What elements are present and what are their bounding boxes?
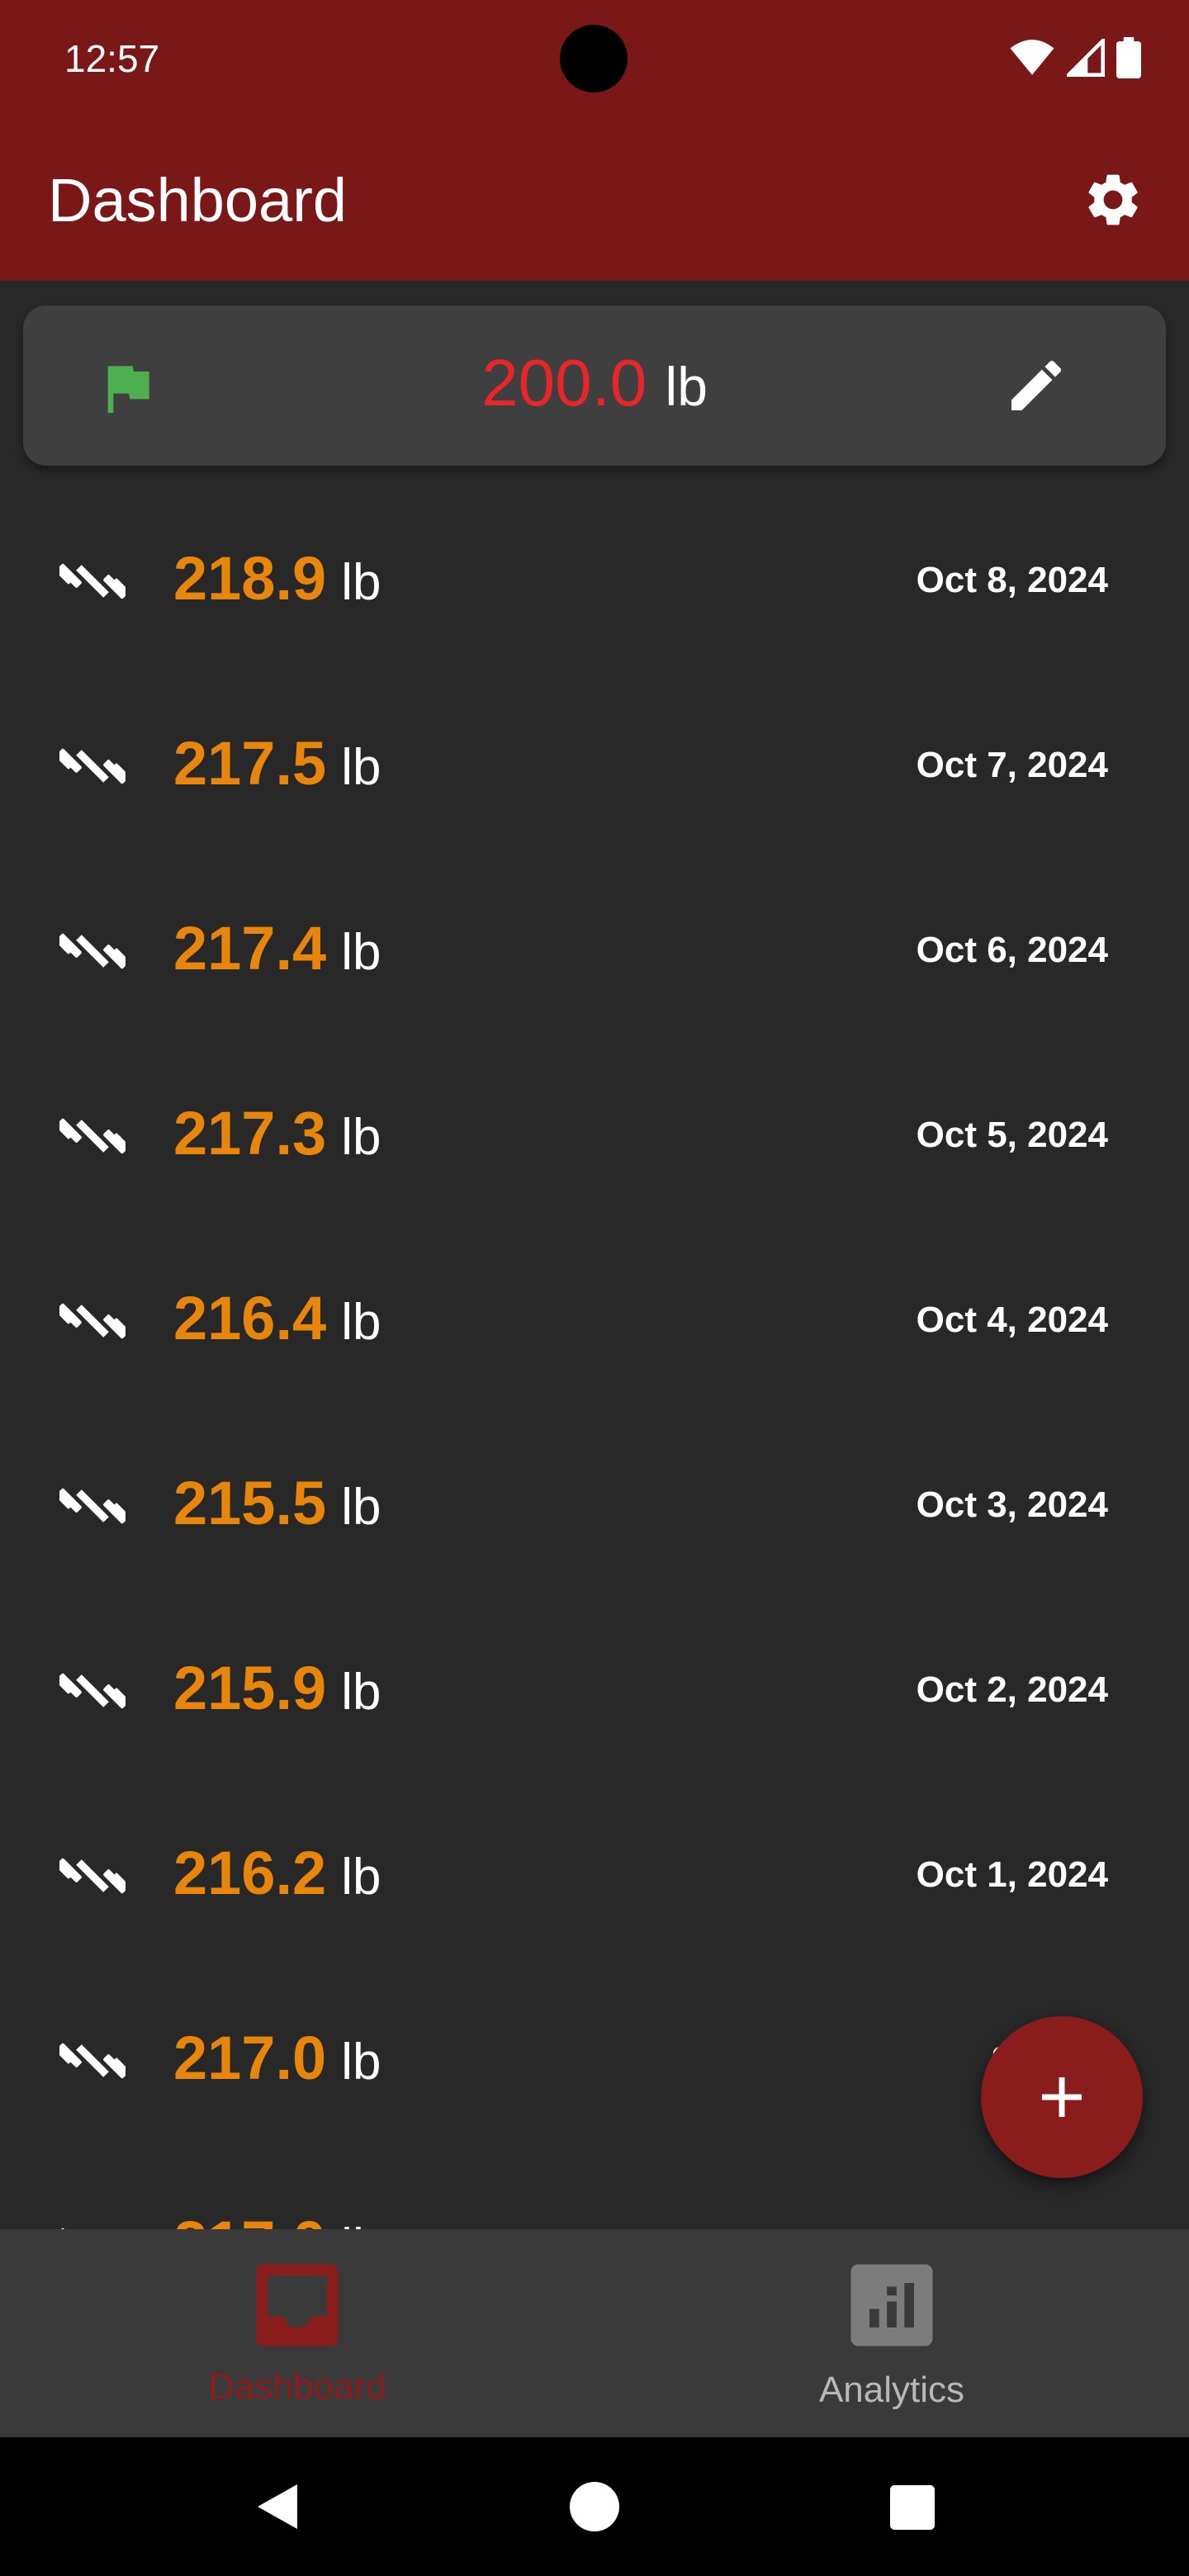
inbox-icon	[256, 2264, 339, 2346]
bottom-navigation: Dashboard Analytics	[0, 2229, 1189, 2437]
entry-weight-unit: lb	[341, 1664, 381, 1721]
weight-entry-list[interactable]: 218.9 lb Oct 8, 2024 217.5 lb Oct 7, 2024 217.…	[0, 487, 1189, 2229]
list-item[interactable]: 218.9 lb Oct 8, 2024	[0, 487, 1189, 672]
entry-weight-unit: lb	[341, 2034, 381, 2091]
app-bar: Dashboard	[0, 119, 1189, 281]
list-item[interactable]: 217.3 lb Oct 5, 2024	[0, 1042, 1189, 1227]
nav-item-dashboard[interactable]: Dashboard	[0, 2229, 594, 2437]
entry-weight-value: 217.0	[173, 2024, 327, 2092]
pencil-icon	[1011, 360, 1062, 410]
goal-card: 200.0 lb	[23, 305, 1166, 466]
entry-weight-value: 217.4	[173, 914, 327, 983]
entry-weight: 217.3 lb	[173, 1098, 381, 1168]
goal-weight-unit: lb	[665, 356, 708, 417]
list-item[interactable]: 217.5 lb Oct 7, 2024	[0, 672, 1189, 857]
battery-icon	[1116, 37, 1141, 78]
dumbbell-icon	[57, 2213, 126, 2229]
nav-label-dashboard: Dashboard	[208, 2366, 386, 2407]
list-item[interactable]: 215.5 lb Oct 3, 2024	[0, 1412, 1189, 1597]
entry-date: Oct 1, 2024	[916, 1854, 1108, 1895]
entry-weight: 215.5 lb	[173, 1468, 381, 1538]
camera-cutout	[560, 25, 628, 92]
status-bar: 12:57	[0, 0, 1189, 119]
dumbbell-icon	[55, 1473, 130, 1539]
status-icons	[1009, 36, 1141, 79]
dumbbell-icon	[55, 1843, 130, 1909]
list-item[interactable]: 215.9 lb Oct 2, 2024	[0, 1597, 1189, 1782]
entry-date: Oct 6, 2024	[916, 930, 1108, 970]
entry-weight-value: 215.5	[173, 1469, 327, 1537]
dumbbell-icon	[55, 1288, 130, 1354]
back-icon[interactable]	[253, 2482, 302, 2531]
wifi-icon	[1010, 40, 1054, 75]
list-item[interactable]: 216.2 lb Oct 1, 2024	[0, 1782, 1189, 1967]
entry-weight: 217.5 lb	[173, 728, 381, 798]
dumbbell-icon	[55, 918, 130, 984]
entry-weight-value: 216.2	[173, 1839, 327, 1907]
list-item[interactable]: 216.4 lb Oct 4, 2024	[0, 1227, 1189, 1412]
entry-date: Oct 8, 2024	[916, 560, 1108, 600]
entry-weight-value: 217.5	[173, 729, 327, 798]
entry-weight: 218.9 lb	[173, 543, 381, 613]
entry-date: Oct 3, 2024	[916, 1485, 1108, 1525]
dumbbell-icon	[55, 1103, 130, 1169]
dumbbell-icon	[55, 733, 130, 799]
entry-weight-unit: lb	[341, 554, 381, 611]
dumbbell-icon	[55, 1658, 130, 1724]
entry-weight-value: 216.4	[173, 1284, 327, 1352]
entry-weight-unit: lb	[341, 1109, 381, 1166]
plus-icon	[1042, 2077, 1082, 2117]
dumbbell-icon	[55, 548, 130, 614]
entry-weight-unit: lb	[341, 2218, 381, 2229]
entry-weight: 216.4 lb	[173, 1283, 381, 1353]
list-item[interactable]: 217.4 lb Oct 6, 2024	[0, 857, 1189, 1042]
dumbbell-icon	[55, 2028, 130, 2094]
system-navigation-bar	[0, 2437, 1189, 2576]
entry-weight-value: 217.3	[173, 1099, 327, 1167]
entry-weight: 217.4 lb	[173, 913, 381, 983]
list-item[interactable]: 217.0 lb	[0, 2152, 1189, 2229]
settings-button[interactable]	[1067, 154, 1159, 246]
entry-date: Oct 4, 2024	[916, 1300, 1108, 1340]
entry-weight-unit: lb	[341, 1479, 381, 1536]
entry-weight-unit: lb	[341, 1294, 381, 1351]
home-icon[interactable]	[570, 2482, 619, 2531]
entry-weight-value: 218.9	[173, 544, 327, 613]
nav-item-analytics[interactable]: Analytics	[594, 2229, 1189, 2437]
status-time: 12:57	[64, 37, 160, 80]
goal-weight-value: 200.0	[481, 346, 647, 419]
add-entry-button[interactable]	[981, 2016, 1143, 2178]
entry-weight-unit: lb	[341, 924, 381, 981]
nav-label-analytics: Analytics	[818, 2370, 965, 2410]
gear-icon	[1088, 174, 1138, 225]
entry-date: Oct 5, 2024	[916, 1115, 1108, 1155]
edit-goal-button[interactable]	[997, 347, 1075, 424]
goal-weight: 200.0 lb	[23, 342, 1166, 424]
entry-date: Oct 2, 2024	[916, 1669, 1108, 1710]
signal-icon	[1067, 39, 1105, 77]
entry-date: Oct 7, 2024	[916, 745, 1108, 785]
entry-weight-unit: lb	[341, 1849, 381, 1906]
entry-weight: 217.0lb	[173, 2023, 381, 2093]
page-title: Dashboard	[48, 166, 348, 234]
entry-weight-value: 215.9	[173, 1654, 327, 1722]
entry-weight-value: 217.0	[173, 2209, 326, 2229]
entry-weight-unit: lb	[341, 739, 381, 796]
recents-icon[interactable]	[890, 2485, 935, 2530]
entry-weight: 216.2 lb	[173, 1838, 381, 1908]
entry-weight: 215.9 lb	[173, 1653, 381, 1723]
bar-chart-icon	[850, 2264, 933, 2346]
entry-weight: 217.0 lb	[173, 2208, 381, 2229]
